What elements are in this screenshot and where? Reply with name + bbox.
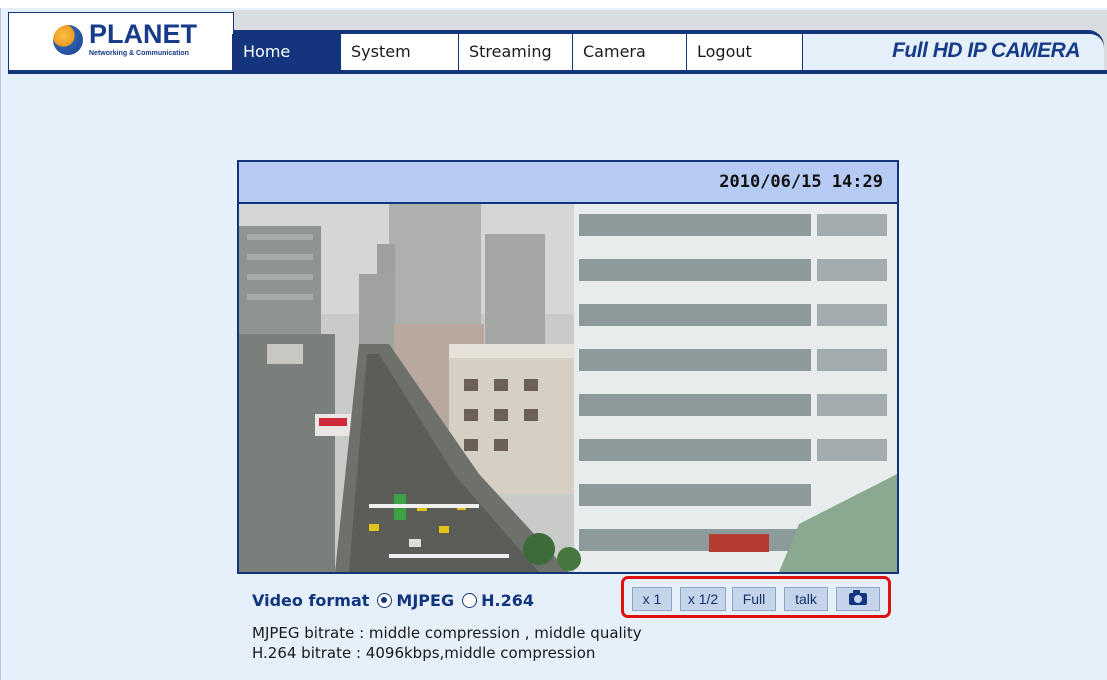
nav-streaming-label: Streaming: [469, 42, 552, 61]
nav-system-label: System: [351, 42, 411, 61]
timestamp: 2010/06/15 14:29: [719, 172, 883, 192]
mjpeg-bitrate-text: MJPEG bitrate : middle compression , mid…: [252, 624, 642, 642]
nav-home[interactable]: Home: [232, 34, 340, 70]
h264-radio[interactable]: [462, 592, 478, 608]
view-control-buttons: x 1 x 1/2 Full talk: [621, 576, 891, 618]
fullscreen-button[interactable]: Full: [732, 587, 776, 611]
timestamp-bar: 2010/06/15 14:29: [239, 162, 897, 204]
brand-title: Full HD IP CAMERA: [892, 39, 1080, 62]
zoom-half-button[interactable]: x 1/2: [680, 587, 726, 611]
nav-home-label: Home: [243, 42, 291, 61]
logo-subtext: Networking & Communication: [89, 50, 189, 57]
video-panel: 2010/06/15 14:29: [237, 160, 899, 574]
video-format-row: Video format MJPEG H.264: [252, 588, 542, 612]
nav-system[interactable]: System: [340, 34, 458, 70]
nav-logout-label: Logout: [697, 42, 752, 61]
h264-radio-label[interactable]: H.264: [481, 591, 534, 610]
nav-camera[interactable]: Camera: [572, 34, 686, 70]
left-border: [0, 8, 1, 680]
logo: PLANET Networking & Communication: [8, 12, 234, 74]
nav-camera-label: Camera: [583, 42, 646, 61]
h264-bitrate-text: H.264 bitrate : 4096kbps,middle compress…: [252, 644, 596, 662]
mjpeg-radio-label[interactable]: MJPEG: [396, 591, 454, 610]
live-video-view[interactable]: [239, 204, 897, 572]
nav-streaming[interactable]: Streaming: [458, 34, 572, 70]
mjpeg-radio[interactable]: [377, 592, 393, 608]
header: PLANET Networking & Communication Home S…: [0, 8, 1107, 78]
zoom-x1-button[interactable]: x 1: [632, 587, 672, 611]
nav-underline: [232, 70, 1107, 74]
talk-button[interactable]: talk: [784, 587, 828, 611]
video-format-label: Video format: [252, 590, 370, 610]
nav-logout[interactable]: Logout: [686, 34, 802, 70]
logo-text: PLANET: [89, 19, 197, 49]
camera-icon: [849, 590, 867, 605]
camera-scene: [239, 204, 897, 572]
top-strip: [0, 0, 1107, 8]
brand-box: Full HD IP CAMERA: [802, 34, 1104, 70]
snapshot-button[interactable]: [836, 587, 880, 611]
planet-globe-icon: [53, 25, 83, 55]
